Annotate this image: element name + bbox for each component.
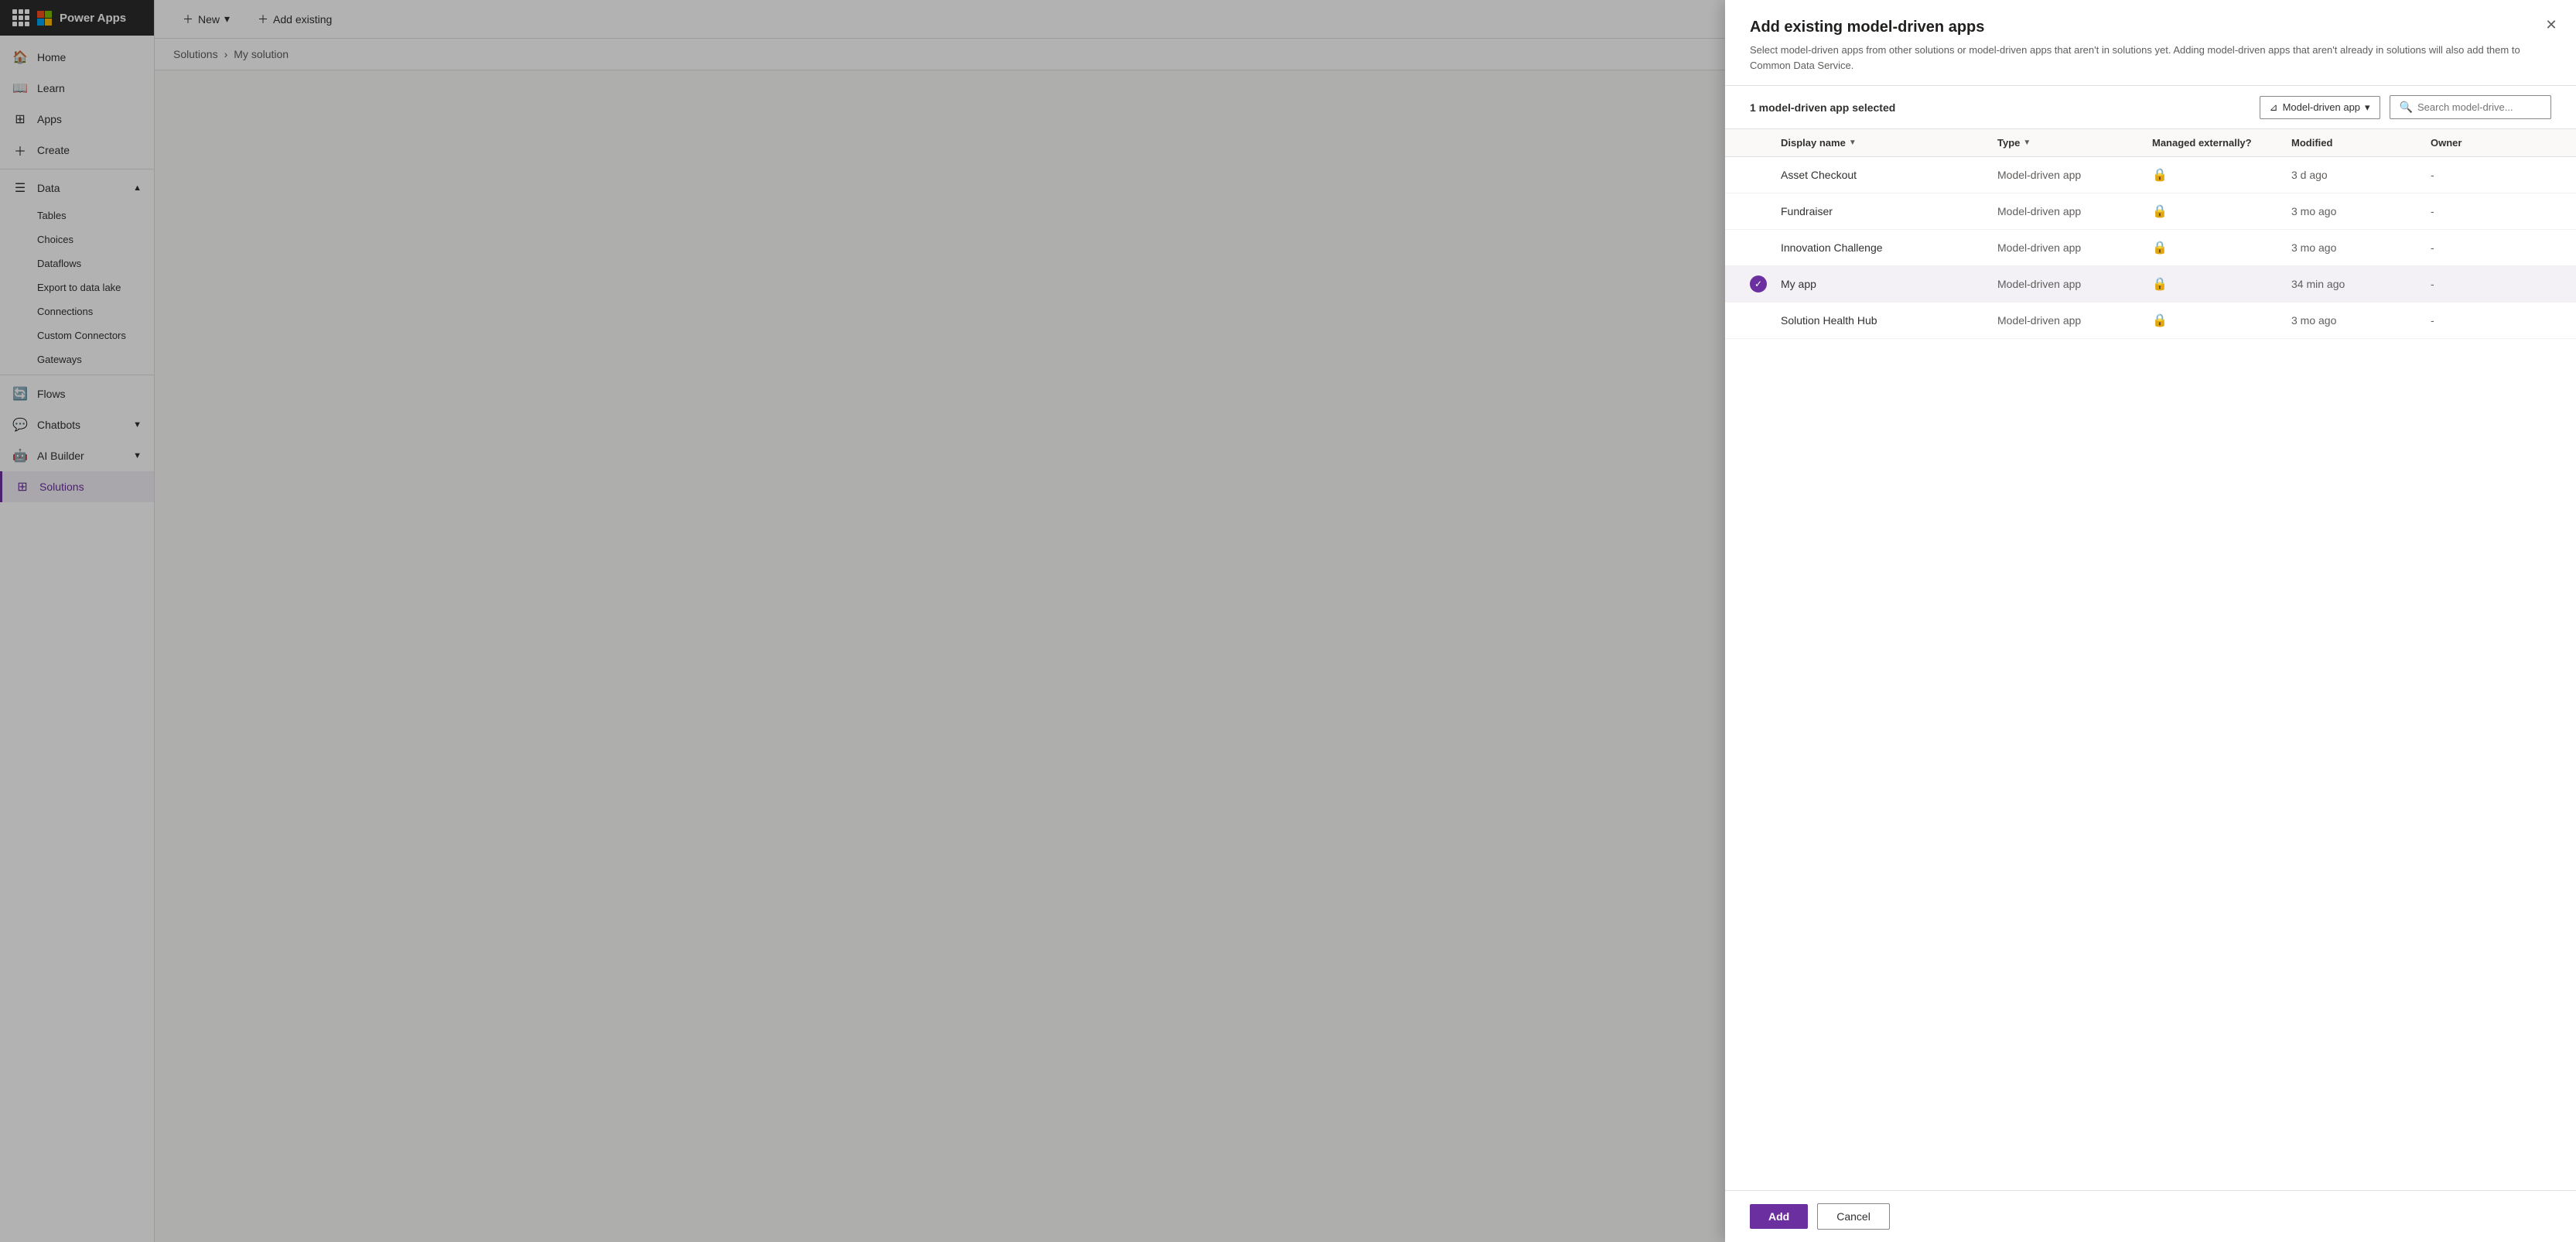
row-owner: - <box>2431 169 2551 181</box>
row-modified: 3 mo ago <box>2291 314 2431 327</box>
lock-icon: 🔒 <box>2152 278 2168 291</box>
lock-icon: 🔒 <box>2152 241 2168 255</box>
row-owner: - <box>2431 314 2551 327</box>
filter-button[interactable]: ⊿ Model-driven app ▾ <box>2260 96 2380 119</box>
dialog-title: Add existing model-driven apps <box>1750 19 2551 36</box>
dialog-overlay: Add existing model-driven apps Select mo… <box>0 0 2576 1242</box>
row-name: Fundraiser <box>1781 205 1997 217</box>
col-type-label: Type <box>1997 137 2020 149</box>
toolbar-right: ⊿ Model-driven app ▾ 🔍 <box>2260 95 2551 119</box>
row-type: Model-driven app <box>1997 205 2152 217</box>
col-managed-label: Managed externally? <box>2152 137 2252 149</box>
row-name: Innovation Challenge <box>1781 241 1997 254</box>
row-managed: 🔒 <box>2152 240 2291 255</box>
row-owner: - <box>2431 278 2551 290</box>
chevron-down-icon-3: ▾ <box>2365 101 2370 114</box>
lock-icon: 🔒 <box>2152 205 2168 218</box>
row-type: Model-driven app <box>1997 241 2152 254</box>
table-row[interactable]: Fundraiser Model-driven app 🔒 3 mo ago - <box>1725 193 2576 230</box>
sort-arrow-name: ▼ <box>1849 139 1857 147</box>
row-modified: 3 d ago <box>2291 169 2431 181</box>
row-check <box>1750 312 1781 329</box>
col-header-managed: Managed externally? <box>2152 137 2291 149</box>
dialog-header: Add existing model-driven apps Select mo… <box>1725 0 2576 86</box>
unchecked-icon <box>1750 312 1767 329</box>
row-check <box>1750 203 1781 220</box>
search-input[interactable] <box>2417 101 2541 113</box>
search-box: 🔍 <box>2390 95 2551 119</box>
unchecked-icon <box>1750 203 1767 220</box>
lock-icon: 🔒 <box>2152 314 2168 327</box>
table-header: Display name ▼ Type ▼ Managed externally… <box>1725 129 2576 157</box>
dialog-description: Select model-driven apps from other solu… <box>1750 43 2551 73</box>
row-check: ✓ <box>1750 275 1781 293</box>
row-managed: 🔒 <box>2152 204 2291 219</box>
col-header-owner: Owner <box>2431 137 2551 149</box>
selected-count: 1 model-driven app selected <box>1750 101 1895 114</box>
unchecked-icon <box>1750 166 1767 183</box>
table-row[interactable]: Solution Health Hub Model-driven app 🔒 3… <box>1725 303 2576 339</box>
col-header-check <box>1750 137 1781 149</box>
row-type: Model-driven app <box>1997 169 2152 181</box>
table-row[interactable]: Asset Checkout Model-driven app 🔒 3 d ag… <box>1725 157 2576 193</box>
row-check <box>1750 239 1781 256</box>
table-row[interactable]: ✓ My app Model-driven app 🔒 34 min ago - <box>1725 266 2576 303</box>
row-modified: 34 min ago <box>2291 278 2431 290</box>
dialog-panel: Add existing model-driven apps Select mo… <box>1725 0 2576 1242</box>
dialog-content: Display name ▼ Type ▼ Managed externally… <box>1725 129 2576 1190</box>
col-header-name[interactable]: Display name ▼ <box>1781 137 1997 149</box>
row-check <box>1750 166 1781 183</box>
row-managed: 🔒 <box>2152 313 2291 328</box>
col-owner-label: Owner <box>2431 137 2462 149</box>
filter-label: Model-driven app <box>2283 101 2360 113</box>
col-name-label: Display name <box>1781 137 1846 149</box>
row-type: Model-driven app <box>1997 314 2152 327</box>
row-owner: - <box>2431 205 2551 217</box>
row-name: My app <box>1781 278 1997 290</box>
row-managed: 🔒 <box>2152 276 2291 292</box>
row-owner: - <box>2431 241 2551 254</box>
dialog-toolbar: 1 model-driven app selected ⊿ Model-driv… <box>1725 86 2576 129</box>
unchecked-icon <box>1750 239 1767 256</box>
table-row[interactable]: Innovation Challenge Model-driven app 🔒 … <box>1725 230 2576 266</box>
search-icon: 🔍 <box>2400 101 2413 114</box>
col-modified-label: Modified <box>2291 137 2332 149</box>
filter-icon: ⊿ <box>2270 101 2278 114</box>
add-button[interactable]: Add <box>1750 1204 1808 1229</box>
row-modified: 3 mo ago <box>2291 241 2431 254</box>
row-modified: 3 mo ago <box>2291 205 2431 217</box>
close-button[interactable]: ✕ <box>2539 12 2564 37</box>
check-icon: ✓ <box>1750 275 1767 293</box>
row-name: Asset Checkout <box>1781 169 1997 181</box>
col-header-type[interactable]: Type ▼ <box>1997 137 2152 149</box>
lock-icon: 🔒 <box>2152 169 2168 182</box>
cancel-button[interactable]: Cancel <box>1817 1203 1890 1230</box>
row-name: Solution Health Hub <box>1781 314 1997 327</box>
table-body: Asset Checkout Model-driven app 🔒 3 d ag… <box>1725 157 2576 339</box>
row-type: Model-driven app <box>1997 278 2152 290</box>
dialog-footer: Add Cancel <box>1725 1190 2576 1242</box>
row-managed: 🔒 <box>2152 167 2291 183</box>
sort-arrow-type: ▼ <box>2023 139 2031 147</box>
col-header-modified: Modified <box>2291 137 2431 149</box>
